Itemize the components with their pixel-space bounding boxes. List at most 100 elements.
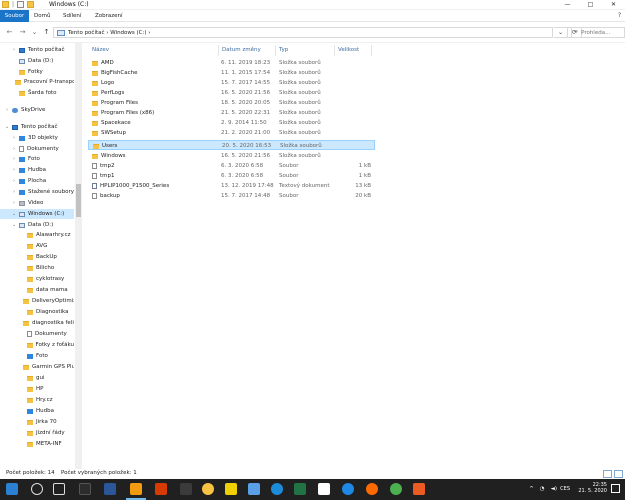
expand-chevron-icon[interactable]: › bbox=[12, 167, 16, 173]
column-date-header[interactable]: Datum změny bbox=[222, 46, 261, 55]
internet-explorer-icon[interactable] bbox=[342, 483, 354, 495]
nav-item[interactable]: Garmin GPS Plugi bbox=[0, 362, 74, 372]
nav-item[interactable]: › Foto bbox=[0, 154, 74, 164]
nav-item[interactable]: diagnostika felicie bbox=[0, 318, 74, 328]
tab-home[interactable]: Domů bbox=[34, 10, 50, 22]
column-name-header[interactable]: Název bbox=[92, 46, 109, 55]
help-icon[interactable]: ? bbox=[618, 12, 621, 19]
column-type-header[interactable]: Typ bbox=[279, 46, 288, 55]
minimize-button[interactable]: — bbox=[556, 0, 579, 10]
paint-icon[interactable] bbox=[318, 483, 330, 495]
nav-item[interactable]: › Tento počítač bbox=[0, 45, 74, 55]
nav-item[interactable]: Dokumenty bbox=[0, 329, 74, 339]
expand-chevron-icon[interactable]: › bbox=[12, 146, 16, 152]
column-divider[interactable] bbox=[371, 45, 372, 56]
nav-item[interactable]: › Video bbox=[0, 198, 74, 208]
nav-item[interactable]: › Stažené soubory bbox=[0, 187, 74, 197]
expand-chevron-icon[interactable]: ⌄ bbox=[5, 124, 9, 130]
nav-item[interactable]: DeliveryOptimizat bbox=[0, 296, 74, 306]
expand-chevron-icon[interactable]: ⌄ bbox=[12, 211, 16, 217]
tray-up-icon[interactable]: ^ bbox=[529, 486, 534, 492]
column-divider[interactable] bbox=[334, 45, 335, 56]
edge-legacy-icon[interactable] bbox=[79, 483, 91, 495]
office-icon[interactable] bbox=[155, 483, 167, 495]
recent-locations-icon[interactable]: ⌄ bbox=[30, 28, 39, 37]
nav-item[interactable]: Hudba bbox=[0, 406, 74, 416]
volume-icon[interactable]: ◄) bbox=[551, 486, 557, 492]
explorer-folder-icon[interactable] bbox=[2, 1, 9, 8]
nav-item[interactable]: › Dokumenty bbox=[0, 144, 74, 154]
file-row[interactable]: Program Files 18. 5. 2020 20:05 Složka sou… bbox=[88, 98, 375, 108]
nav-item[interactable]: HP bbox=[0, 384, 74, 394]
search-input[interactable]: ⌕ Prohleda... bbox=[571, 27, 625, 38]
nav-item[interactable]: ⌄ Windows (C:) bbox=[0, 209, 74, 219]
nav-item[interactable]: Foto bbox=[0, 351, 74, 361]
file-row[interactable]: HPLIP1000_P1500_Series 13. 12. 2019 17:48… bbox=[88, 181, 375, 191]
forward-icon[interactable]: → bbox=[18, 28, 27, 37]
file-row[interactable]: backup 15. 7. 2017 14:48 Soubor 20 kB bbox=[88, 191, 375, 201]
file-row[interactable]: tmp1 6. 3. 2020 6:58 Soubor 1 kB bbox=[88, 171, 375, 181]
file-row[interactable]: AMD 6. 11. 2019 18:23 Složka souborů bbox=[88, 58, 375, 68]
nav-scrollbar-thumb[interactable] bbox=[76, 184, 81, 217]
start-icon[interactable] bbox=[6, 483, 18, 495]
search-icon[interactable] bbox=[31, 483, 43, 495]
nav-item[interactable]: gui bbox=[0, 373, 74, 383]
nav-scrollbar[interactable] bbox=[75, 43, 82, 469]
file-list[interactable]: Název Datum změny Typ Velikost AMD 6. 11.… bbox=[82, 43, 625, 469]
notification-icon[interactable] bbox=[611, 484, 620, 493]
nav-item[interactable]: Fotky bbox=[0, 67, 74, 77]
file-row[interactable]: Windows 16. 5. 2020 21:56 Složka souborů bbox=[88, 151, 375, 161]
file-row[interactable]: PerfLogs 16. 5. 2020 21:56 Složka souborů bbox=[88, 88, 375, 98]
nav-item[interactable]: AVG bbox=[0, 241, 74, 251]
breadcrumb[interactable]: Tento počítač › Windows (C:) › bbox=[68, 30, 150, 36]
column-size-header[interactable]: Velikost bbox=[338, 46, 359, 55]
expand-chevron-icon[interactable]: › bbox=[12, 156, 16, 162]
nav-item[interactable]: META-INF bbox=[0, 439, 74, 449]
details-view-icon[interactable] bbox=[603, 470, 612, 478]
address-field[interactable]: Tento počítač › Windows (C:) › bbox=[53, 27, 553, 38]
tab-share[interactable]: Sdílení bbox=[63, 10, 81, 22]
nav-item[interactable]: data mama bbox=[0, 285, 74, 295]
nav-item[interactable]: Šarda foto bbox=[0, 88, 74, 98]
expand-chevron-icon[interactable]: › bbox=[12, 47, 16, 53]
file-row[interactable]: Spacekace 2. 9. 2014 11:50 Složka souborů bbox=[88, 118, 375, 128]
address-dropdown-icon[interactable]: ⌄ bbox=[554, 27, 568, 38]
expand-chevron-icon[interactable]: › bbox=[12, 135, 16, 141]
mail-icon[interactable] bbox=[180, 483, 192, 495]
network-icon[interactable]: ◔ bbox=[540, 486, 545, 492]
nav-item[interactable]: › SkyDrive bbox=[0, 105, 74, 115]
file-row[interactable]: SWSetup 21. 2. 2020 21:00 Složka souborů bbox=[88, 128, 375, 138]
nav-item[interactable]: ⌄ Data (D:) bbox=[0, 220, 74, 230]
nav-item[interactable]: Bilicho bbox=[0, 263, 74, 273]
nav-item[interactable]: ⌄ Tento počítač bbox=[0, 122, 74, 132]
app-icon[interactable] bbox=[413, 483, 425, 495]
store-icon[interactable] bbox=[248, 483, 260, 495]
word-icon[interactable] bbox=[104, 483, 116, 495]
expand-chevron-icon[interactable]: › bbox=[12, 178, 16, 184]
file-row[interactable]: BigFishCache 11. 1. 2015 17:54 Složka soub… bbox=[88, 68, 375, 78]
close-button[interactable]: ✕ bbox=[602, 0, 625, 10]
weather-icon[interactable] bbox=[202, 483, 214, 495]
expand-chevron-icon[interactable]: ⌄ bbox=[12, 222, 16, 228]
firefox-icon[interactable] bbox=[366, 483, 378, 495]
nav-item[interactable]: cyklotrasy bbox=[0, 274, 74, 284]
navigation-pane[interactable]: › Tento počítač Data (D:) Fotky Pracovní P-t… bbox=[0, 43, 82, 469]
nav-item[interactable]: › Plocha bbox=[0, 176, 74, 186]
task-view-icon[interactable] bbox=[53, 483, 65, 495]
chrome-icon[interactable] bbox=[390, 483, 402, 495]
expand-chevron-icon[interactable]: › bbox=[5, 107, 9, 113]
nav-item[interactable]: › 3D objekty bbox=[0, 133, 74, 143]
up-icon[interactable]: ↑ bbox=[42, 28, 51, 37]
language-indicator[interactable]: CES bbox=[560, 486, 570, 492]
file-row[interactable]: Users 20. 5. 2020 16:53 Složka souborů bbox=[88, 140, 375, 150]
clock[interactable]: 22:35 21. 5. 2020 bbox=[578, 482, 607, 494]
file-row[interactable]: tmp2 6. 3. 2020 6:58 Soubor 1 kB bbox=[88, 161, 375, 171]
file-row[interactable]: Logo 15. 7. 2017 14:55 Složka souborů bbox=[88, 78, 375, 88]
tab-file[interactable]: Soubor bbox=[0, 10, 29, 22]
excel-icon[interactable] bbox=[294, 483, 306, 495]
nav-item[interactable]: › Hudba bbox=[0, 165, 74, 175]
nav-item[interactable]: Jirka 70 bbox=[0, 417, 74, 427]
nav-item[interactable]: Fotky z foťáku bbox=[0, 340, 74, 350]
nav-item[interactable]: Jízdní řády bbox=[0, 428, 74, 438]
expand-chevron-icon[interactable]: › bbox=[12, 189, 16, 195]
